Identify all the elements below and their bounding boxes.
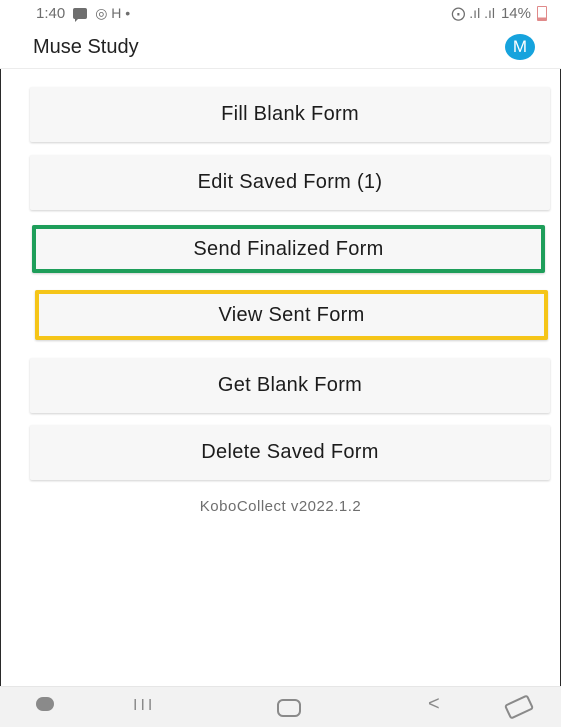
edit-saved-form-button[interactable]: Edit Saved Form (1) [30, 155, 550, 210]
delete-saved-form-button[interactable]: Delete Saved Form [30, 425, 550, 480]
status-time: 1:40 [36, 5, 66, 22]
battery-icon [537, 6, 547, 21]
get-blank-form-button[interactable]: Get Blank Form [30, 358, 550, 413]
status-bar: 1:40 ◎ H • ⨀ .ıl .ıl 14% [0, 0, 561, 28]
status-left: 1:40 ◎ H • [36, 5, 130, 22]
recents-icon[interactable]: III [133, 697, 155, 715]
wifi-signal-icon: ⨀ .ıl .ıl [451, 5, 495, 21]
app-bar: Muse Study M [0, 28, 561, 69]
message-icon [73, 8, 88, 22]
battery-percent: 14% [500, 5, 531, 22]
keyboard-icon[interactable] [503, 694, 535, 720]
app-version: KoboCollect v2022.1.2 [199, 498, 362, 515]
view-sent-form-button[interactable]: View Sent Form [35, 290, 548, 340]
game-launcher-icon[interactable] [36, 697, 54, 711]
navigation-bar: III < [0, 686, 561, 727]
send-finalized-form-button[interactable]: Send Finalized Form [32, 225, 545, 273]
notification-icons: ◎ H • [95, 5, 131, 21]
fill-blank-form-button[interactable]: Fill Blank Form [30, 87, 550, 142]
app-title: Muse Study [33, 36, 139, 58]
status-right: ⨀ .ıl .ıl 14% [451, 5, 547, 22]
back-icon[interactable]: < [428, 693, 440, 716]
avatar[interactable]: M [505, 34, 535, 60]
home-icon[interactable] [277, 699, 301, 717]
